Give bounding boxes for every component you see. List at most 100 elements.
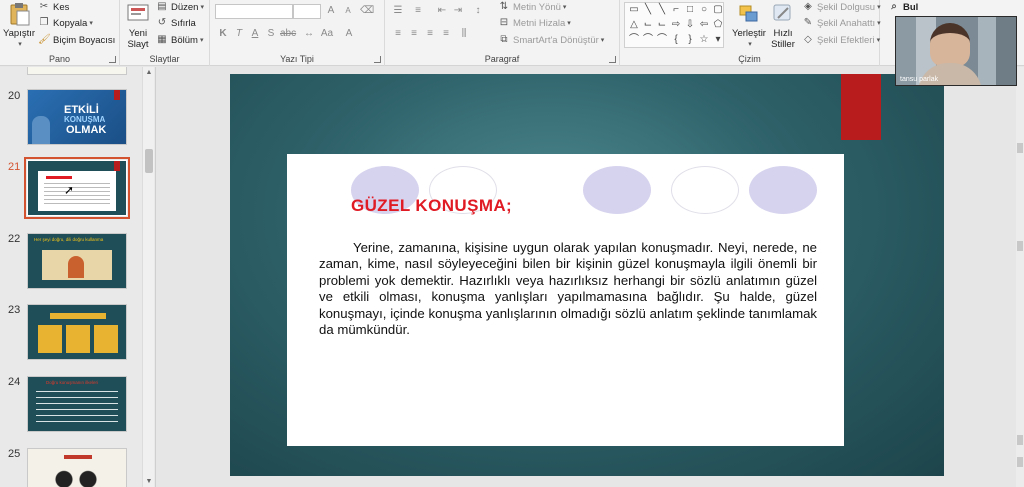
- elbow-connector-icon[interactable]: ⌙: [642, 20, 654, 30]
- connector-shape-icon[interactable]: ⌐: [670, 5, 682, 15]
- align-left-icon[interactable]: ≡: [391, 28, 405, 39]
- text-direction-button[interactable]: ⇅ Metin Yönü ▾: [498, 1, 567, 13]
- arc-shape-icon[interactable]: ⌒: [656, 35, 668, 45]
- columns-icon[interactable]: ⫼: [457, 28, 471, 39]
- quick-styles-button[interactable]: Hızlı Stiller: [766, 2, 800, 50]
- rounded-rect-shape-icon[interactable]: ▢: [712, 5, 724, 15]
- shape-effects-label: Şekil Efektleri: [817, 34, 875, 46]
- paste-button[interactable]: Yapıştır ▾: [2, 2, 36, 50]
- slide-body-text[interactable]: Yerine, zamanına, kişisine uygun olarak …: [319, 240, 817, 338]
- slide-thumbnail[interactable]: [27, 67, 127, 75]
- dialog-launcher-icon[interactable]: [109, 56, 116, 63]
- shapes-gallery[interactable]: ▭ ╲ ╲ ⌐ □ ○ ▢ △ ⌙ ⌙ ⇨ ⇩ ⇦ ⬠ ⌒ ⌒ ⌒ { } ☆: [624, 2, 724, 48]
- more-shapes-icon[interactable]: ▾: [712, 35, 724, 45]
- brace-left-shape-icon[interactable]: {: [670, 35, 682, 45]
- format-painter-button[interactable]: 🖌 Biçim Boyacısı: [38, 34, 115, 46]
- line-shape-icon[interactable]: ╲: [656, 5, 668, 15]
- scrollbar-thumb[interactable]: [1017, 435, 1023, 445]
- line-shape-icon[interactable]: ╲: [642, 5, 654, 15]
- smartart-label: SmartArt'a Dönüştür: [513, 34, 599, 46]
- current-slide[interactable]: GÜZEL KONUŞMA; Yerine, zamanına, kişisin…: [230, 74, 944, 476]
- shadow-icon[interactable]: S: [264, 28, 278, 39]
- binoculars-icon: ⌕: [891, 1, 897, 12]
- shrink-font-icon[interactable]: A: [341, 6, 355, 15]
- curve-shape-icon[interactable]: ⌒: [642, 35, 654, 45]
- reset-button[interactable]: ↺ Sıfırla: [156, 17, 196, 29]
- underline-icon[interactable]: A: [248, 28, 262, 39]
- scrollbar-thumb[interactable]: [1017, 241, 1023, 251]
- oval-shape-icon[interactable]: ○: [698, 5, 710, 15]
- cut-button[interactable]: ✂ Kes: [38, 1, 70, 13]
- slide-thumbnails-pane[interactable]: 20 ETKİLİ KONUŞMA OLMAK 21 ➚ 22 Her şeyi…: [0, 67, 156, 487]
- copy-button[interactable]: ❐ Kopyala ▾: [38, 17, 93, 29]
- smartart-button[interactable]: ⧉ SmartArt'a Dönüştür ▾: [498, 34, 604, 46]
- editor-scrollbar[interactable]: [1016, 67, 1024, 487]
- section-label: Bölüm: [171, 34, 198, 46]
- section-icon: ▦: [157, 34, 167, 45]
- slide-number: 24: [8, 376, 21, 388]
- new-slide-label-2: Slayt: [127, 39, 149, 50]
- justify-icon[interactable]: ≡: [439, 28, 453, 39]
- star-shape-icon[interactable]: ☆: [698, 35, 710, 45]
- change-case-icon[interactable]: Aa: [320, 28, 334, 39]
- dialog-launcher-icon[interactable]: [374, 56, 381, 63]
- slide-thumbnail-22[interactable]: Her şeyi doğru, dili doğru kullanma: [27, 233, 127, 289]
- italic-icon[interactable]: T: [232, 28, 246, 39]
- scroll-down-icon[interactable]: ▼: [143, 478, 155, 485]
- shape-fill-button[interactable]: ◈ Şekil Dolgusu ▾: [802, 1, 880, 13]
- slide-title-text: KONUŞMA: [64, 115, 106, 124]
- scroll-up-icon[interactable]: ▲: [143, 69, 155, 76]
- content-box[interactable]: GÜZEL KONUŞMA; Yerine, zamanına, kişisin…: [287, 154, 844, 446]
- clear-formatting-icon[interactable]: ⌫: [360, 5, 374, 16]
- scrollbar-thumb[interactable]: [1017, 143, 1023, 153]
- font-size-field[interactable]: [293, 4, 321, 19]
- scrollbar-thumb[interactable]: [145, 149, 153, 173]
- align-center-icon[interactable]: ≡: [407, 28, 421, 39]
- slide-number: 25: [8, 448, 21, 460]
- thumbnails-scrollbar[interactable]: ▲ ▼: [142, 67, 154, 487]
- shape-outline-button[interactable]: ✎ Şekil Anahattı ▾: [802, 17, 881, 29]
- pentagon-shape-icon[interactable]: ⬠: [712, 20, 724, 30]
- strikethrough-icon[interactable]: abc: [280, 28, 296, 39]
- increase-indent-icon[interactable]: ⇥: [451, 5, 465, 16]
- text-lines: [44, 183, 110, 205]
- slide-thumbnail-21[interactable]: ➚: [24, 157, 130, 219]
- grow-font-icon[interactable]: A: [324, 5, 338, 16]
- down-arrow-shape-icon[interactable]: ⇩: [684, 20, 696, 30]
- slide-thumbnail-23[interactable]: [27, 304, 127, 360]
- elbow-connector-icon[interactable]: ⌙: [656, 20, 668, 30]
- brace-right-shape-icon[interactable]: }: [684, 35, 696, 45]
- scrollbar-thumb[interactable]: [1017, 457, 1023, 467]
- format-painter-label: Biçim Boyacısı: [53, 34, 116, 46]
- arrange-button[interactable]: Yerleştir ▾: [730, 2, 768, 50]
- font-name-field[interactable]: [215, 4, 293, 19]
- numbering-icon[interactable]: ≡: [411, 5, 425, 16]
- arrow-shape-icon[interactable]: ⇦: [698, 20, 710, 30]
- bullets-icon[interactable]: ☰: [391, 5, 405, 16]
- right-arrow-shape-icon[interactable]: ⇨: [670, 20, 682, 30]
- clipboard-group-label: Pano: [48, 54, 71, 64]
- diagram-box: [94, 325, 118, 353]
- textbox-shape-icon[interactable]: ▭: [628, 5, 640, 15]
- slide-title[interactable]: GÜZEL KONUŞMA;: [351, 196, 512, 216]
- slide-thumbnail-25[interactable]: [27, 448, 127, 487]
- brace-shape-icon[interactable]: ⌒: [628, 35, 640, 45]
- slide-thumbnail-20[interactable]: ETKİLİ KONUŞMA OLMAK: [27, 89, 127, 145]
- bold-icon[interactable]: K: [216, 28, 230, 39]
- new-slide-label-1: Yeni: [128, 28, 148, 39]
- rectangle-shape-icon[interactable]: □: [684, 5, 696, 15]
- line-spacing-icon[interactable]: ↕: [471, 5, 485, 16]
- slide-thumbnail-24[interactable]: Doğru konuşmanın ilkeleri: [27, 376, 127, 432]
- new-slide-button[interactable]: Yeni Slayt: [123, 2, 153, 50]
- find-button[interactable]: ⌕ Bul: [888, 1, 918, 13]
- triangle-shape-icon[interactable]: △: [628, 20, 640, 30]
- font-color-icon[interactable]: A: [342, 28, 356, 39]
- dialog-launcher-icon[interactable]: [609, 56, 616, 63]
- align-right-icon[interactable]: ≡: [423, 28, 437, 39]
- decrease-indent-icon[interactable]: ⇤: [435, 5, 449, 16]
- layout-button[interactable]: ▤ Düzen ▾: [156, 1, 204, 13]
- char-spacing-icon[interactable]: ↔: [302, 28, 316, 39]
- section-button[interactable]: ▦ Bölüm ▾: [156, 34, 203, 46]
- shape-effects-button[interactable]: ◇ Şekil Efektleri ▾: [802, 34, 880, 46]
- align-text-button[interactable]: ⊟ Metni Hizala ▾: [498, 17, 571, 29]
